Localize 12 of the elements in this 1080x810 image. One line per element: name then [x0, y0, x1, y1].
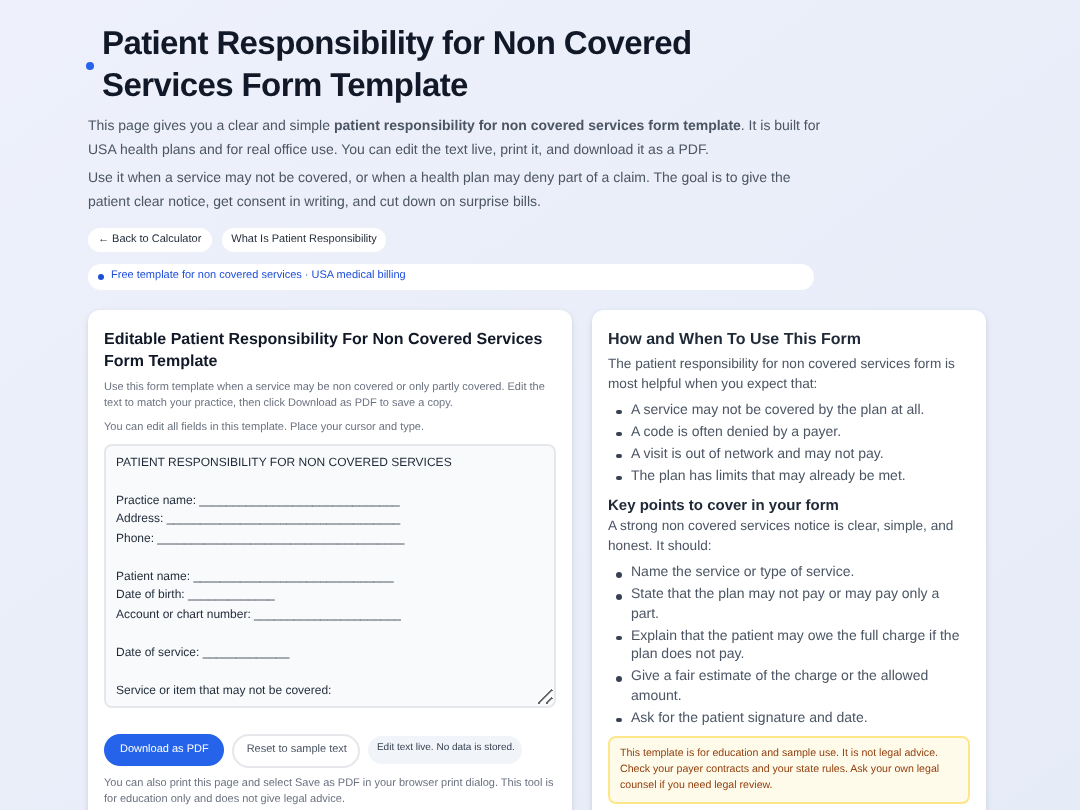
bullet-icon [616, 717, 621, 722]
card-title: Editable Patient Responsibility For Non Covered Services Form Template [104, 327, 545, 371]
bullet-icon [616, 453, 621, 458]
bullet-icon [616, 594, 621, 599]
bullet-icon [616, 572, 621, 577]
card-title: How and When To Use This Form [608, 327, 864, 349]
bullet-icon [616, 676, 621, 681]
page-title: Patient Responsibility for Non Covered Services Form Template [102, 24, 694, 108]
bullet-icon [616, 431, 621, 436]
bullet-icon [616, 475, 621, 480]
bullet-icon [616, 409, 621, 414]
bullet-icon [616, 635, 621, 640]
